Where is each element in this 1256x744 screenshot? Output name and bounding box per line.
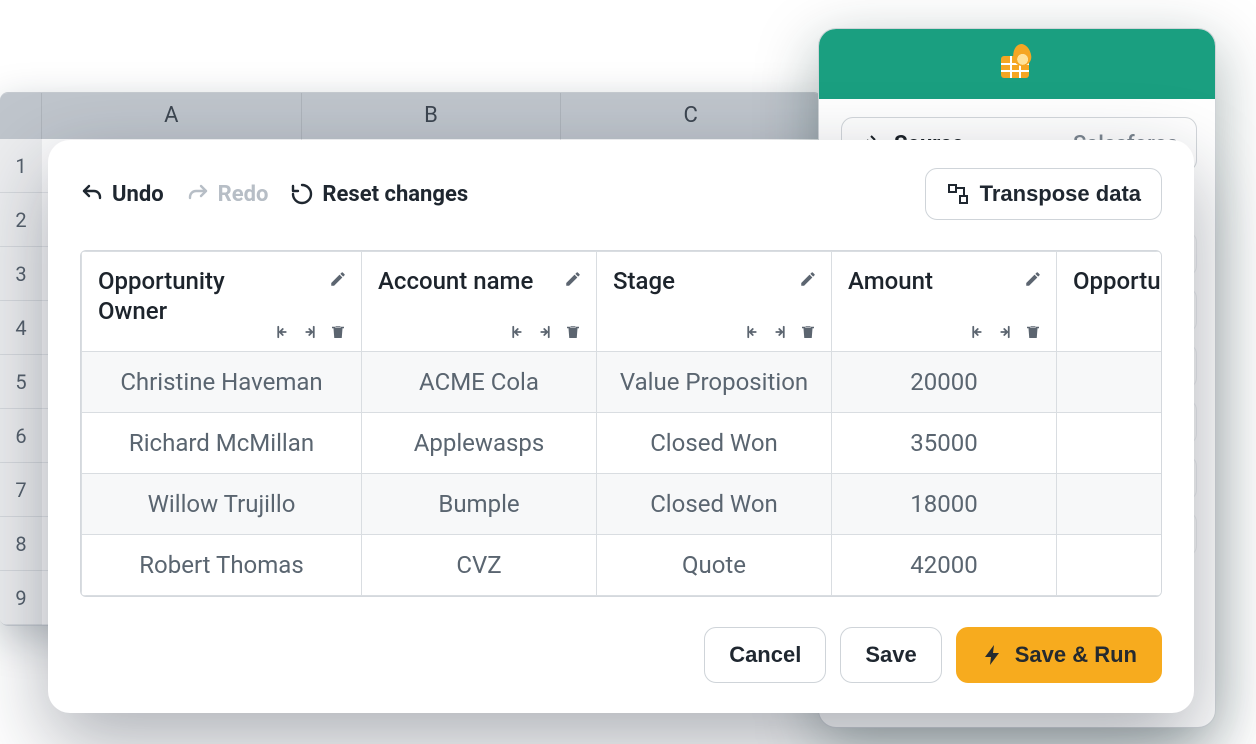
cell[interactable]: 42000 [832,535,1057,596]
col-header-stage[interactable]: Stage [597,252,832,352]
move-right-icon[interactable] [301,323,319,341]
cell[interactable]: Closed Won [597,474,832,535]
col-header-amount[interactable]: Amount [832,252,1057,352]
cell[interactable]: Applewasps [362,413,597,474]
edit-icon[interactable] [564,270,582,288]
col-header-opportunity-owner[interactable]: Opportunity Owner [82,252,362,352]
col-title: Amount [848,266,1018,296]
trash-icon[interactable] [329,323,347,341]
modal-footer: Cancel Save Save & Run [80,627,1162,683]
transpose-label: Transpose data [980,181,1141,207]
trash-icon[interactable] [1024,323,1042,341]
transpose-button[interactable]: Transpose data [925,168,1162,220]
cell[interactable]: Richard McMillan [82,413,362,474]
cell[interactable]: Tim [1057,352,1163,413]
table-row[interactable]: Richard McMillan Applewasps Closed Won 3… [82,413,1163,474]
data-table: Opportunity Owner Account name [80,250,1162,597]
cell[interactable]: 35000 [832,413,1057,474]
app-logo-icon [997,46,1037,82]
edit-icon[interactable] [799,270,817,288]
move-left-icon[interactable] [968,323,986,341]
col-title: Opportunity Owner [98,266,268,326]
row-header-7[interactable]: 7 [0,463,42,517]
spreadsheet-column-header-row: A B C [0,93,821,139]
table-row[interactable]: Robert Thomas CVZ Quote 42000 John M [82,535,1163,596]
cell[interactable]: ACME Cola [362,352,597,413]
lightning-icon [981,643,1005,667]
undo-label: Undo [112,182,164,207]
reset-icon [290,182,314,206]
cancel-button[interactable]: Cancel [704,627,826,683]
move-left-icon[interactable] [743,323,761,341]
col-header-account-name[interactable]: Account name [362,252,597,352]
move-left-icon[interactable] [508,323,526,341]
row-header-3[interactable]: 3 [0,247,42,301]
cell[interactable]: CVZ [362,535,597,596]
row-header-2[interactable]: 2 [0,193,42,247]
move-right-icon[interactable] [771,323,789,341]
save-button[interactable]: Save [840,627,941,683]
modal-toolbar: Undo Redo Reset changes Transpose data [80,168,1162,220]
col-header-opportunity-partial[interactable]: Opportu [1057,252,1163,352]
row-header-4[interactable]: 4 [0,301,42,355]
row-header-1[interactable]: 1 [0,139,42,193]
cell[interactable]: Value Proposition [597,352,832,413]
col-header-B[interactable]: B [302,93,562,139]
spreadsheet-corner [0,93,42,139]
cell[interactable]: Willow Trujillo [82,474,362,535]
cell[interactable]: John M [1057,535,1163,596]
data-editor-modal: Undo Redo Reset changes Transpose data O… [48,140,1194,713]
cell[interactable]: 20000 [832,352,1057,413]
trash-icon[interactable] [564,323,582,341]
row-header-9[interactable]: 9 [0,571,42,625]
cell[interactable]: Robert Thomas [82,535,362,596]
undo-button[interactable]: Undo [80,182,164,207]
cell[interactable]: Closed Won [597,413,832,474]
spreadsheet-row-headers: 1 2 3 4 5 6 7 8 9 [0,139,42,625]
table-row[interactable]: Christine Haveman ACME Cola Value Propos… [82,352,1163,413]
move-right-icon[interactable] [536,323,554,341]
cell[interactable]: Bumple [362,474,597,535]
col-title: Stage [613,266,783,296]
panel-header [819,29,1215,99]
cell[interactable]: 18000 [832,474,1057,535]
cell[interactable]: Max M [1057,413,1163,474]
move-right-icon[interactable] [996,323,1014,341]
row-header-5[interactable]: 5 [0,355,42,409]
transpose-icon [946,182,970,206]
edit-icon[interactable] [329,270,347,288]
redo-label: Redo [218,182,269,207]
row-header-6[interactable]: 6 [0,409,42,463]
reset-label: Reset changes [322,182,468,207]
row-header-8[interactable]: 8 [0,517,42,571]
move-left-icon[interactable] [273,323,291,341]
trash-icon[interactable] [799,323,817,341]
col-header-A[interactable]: A [42,93,302,139]
cell[interactable]: Quote [597,535,832,596]
redo-button[interactable]: Redo [186,182,269,207]
col-title: Opportu [1073,266,1162,296]
cell[interactable]: Christine Haveman [82,352,362,413]
col-title: Account name [378,266,548,296]
save-and-run-button[interactable]: Save & Run [956,627,1162,683]
redo-icon [186,182,210,206]
reset-button[interactable]: Reset changes [290,182,468,207]
table-row[interactable]: Willow Trujillo Bumple Closed Won 18000 … [82,474,1163,535]
save-run-label: Save & Run [1015,642,1137,668]
col-header-C[interactable]: C [561,93,821,139]
cell[interactable]: Rick [1057,474,1163,535]
edit-icon[interactable] [1024,270,1042,288]
undo-icon [80,182,104,206]
